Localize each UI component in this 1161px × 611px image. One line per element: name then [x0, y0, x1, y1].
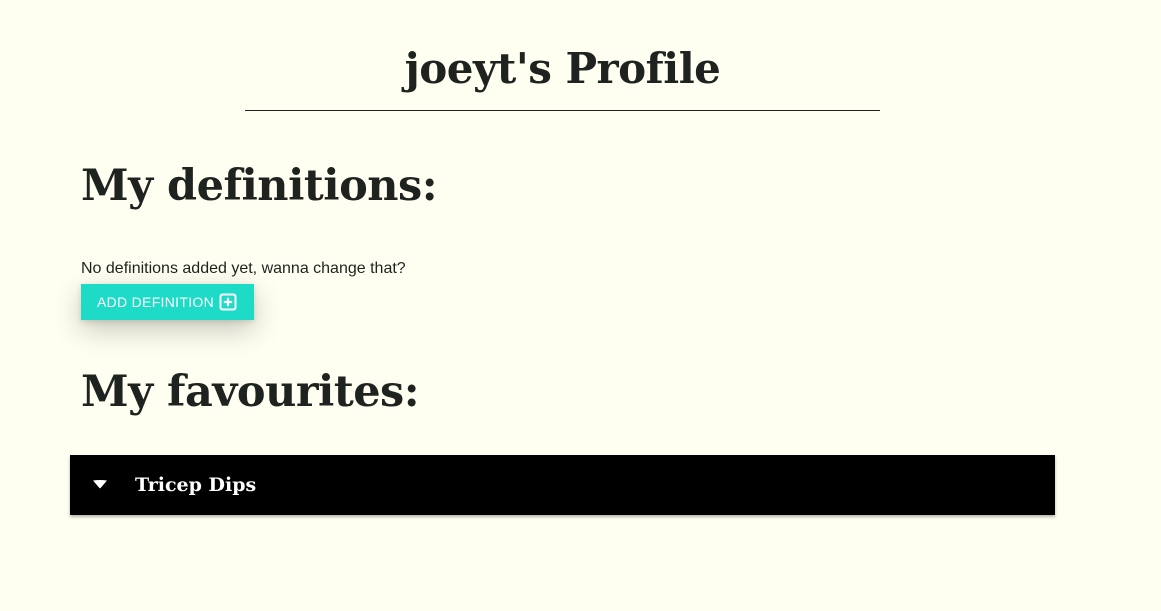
favourites-heading: My favourites: [81, 367, 420, 417]
title-divider [245, 110, 880, 111]
add-definition-label: ADD DEFINITION [97, 294, 214, 310]
profile-page: joeyt's Profile My definitions: No defin… [0, 0, 1161, 611]
plus-square-icon [219, 293, 237, 311]
favourite-item-tricep-dips[interactable]: Tricep Dips [70, 455, 1055, 515]
caret-down-icon[interactable] [92, 479, 108, 489]
favourite-item-name: Tricep Dips [135, 474, 257, 496]
add-definition-button[interactable]: ADD DEFINITION [81, 284, 254, 320]
definitions-heading: My definitions: [81, 161, 438, 211]
page-title: joeyt's Profile [404, 44, 721, 93]
no-definitions-message: No definitions added yet, wanna change t… [81, 260, 406, 277]
